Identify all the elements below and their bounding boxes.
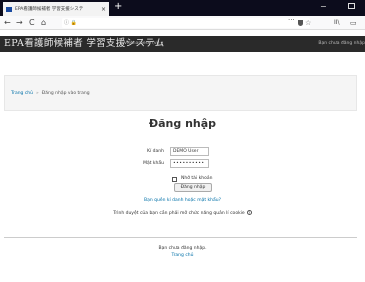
- browser-nav-bar: ← → C ⌂ ⓘ 🔒 ··· ☆ II\ ▭: [0, 16, 365, 30]
- remember-checkbox[interactable]: [172, 177, 177, 182]
- site-header: EPA看護師候補者 学習支援システム Vietnamese (vi) ▾ Bạn…: [0, 36, 365, 52]
- footer-home-link[interactable]: Trang chủ: [0, 253, 365, 258]
- breadcrumb: Trang chủ » Đăng nhập vào trang: [4, 75, 357, 111]
- url-bar[interactable]: ⓘ 🔒 ··· ☆: [62, 16, 311, 28]
- tab-title: EPA看護師候補者 学習支援システ: [15, 7, 84, 12]
- cookies-notice: Trình duyệt của bạn cần phải mở chức năn…: [0, 210, 365, 216]
- back-icon[interactable]: ←: [4, 17, 11, 29]
- site-info-icon[interactable]: ⓘ 🔒: [64, 18, 77, 28]
- password-label: Mật khẩu: [143, 161, 164, 166]
- page-title: Đăng nhập: [148, 117, 217, 130]
- language-menu[interactable]: Vietnamese (vi) ▾: [124, 41, 163, 47]
- window-minimize-button[interactable]: −: [320, 2, 327, 11]
- new-tab-button[interactable]: +: [114, 1, 122, 13]
- footer-divider: [4, 237, 357, 238]
- site-favicon-icon: [6, 6, 12, 12]
- window-maximize-button[interactable]: [348, 3, 355, 9]
- password-field[interactable]: ••••••••••: [170, 159, 209, 168]
- sidebar-toggle-icon[interactable]: ▭: [350, 17, 357, 29]
- username-label: Kí danh: [147, 149, 164, 154]
- breadcrumb-separator: »: [36, 90, 39, 96]
- breadcrumb-current: Đăng nhập vào trang: [41, 90, 90, 96]
- library-icon[interactable]: II\: [334, 17, 340, 29]
- remember-label[interactable]: Nhớ tài khoản: [181, 176, 212, 181]
- tab-close-icon[interactable]: ×: [101, 6, 106, 13]
- login-status: Bạn chưa đăng nhập: [318, 41, 365, 46]
- tracking-shield-icon[interactable]: [298, 20, 303, 26]
- help-icon[interactable]: ?: [246, 210, 252, 215]
- forgot-password-link[interactable]: Bạn quên kí danh hoặc mật khẩu?: [0, 198, 365, 203]
- forward-icon[interactable]: →: [16, 17, 23, 29]
- footer-login-status: Bạn chưa đăng nhập.: [158, 246, 207, 251]
- browser-tab[interactable]: EPA看護師候補者 学習支援システ ×: [3, 2, 109, 16]
- bookmark-star-icon[interactable]: ☆: [305, 18, 311, 28]
- browser-tab-bar: EPA看護師候補者 学習支援システ × + −: [0, 0, 365, 16]
- username-field[interactable]: DEMO User: [170, 147, 209, 156]
- page-actions-icon[interactable]: ···: [288, 16, 295, 24]
- breadcrumb-home-link[interactable]: Trang chủ: [11, 91, 33, 96]
- reload-icon[interactable]: C: [29, 17, 35, 29]
- login-button[interactable]: Đăng nhập: [174, 183, 212, 192]
- home-icon[interactable]: ⌂: [41, 17, 46, 29]
- cookies-notice-text: Trình duyệt của bạn cần phải mở chức năn…: [113, 211, 245, 216]
